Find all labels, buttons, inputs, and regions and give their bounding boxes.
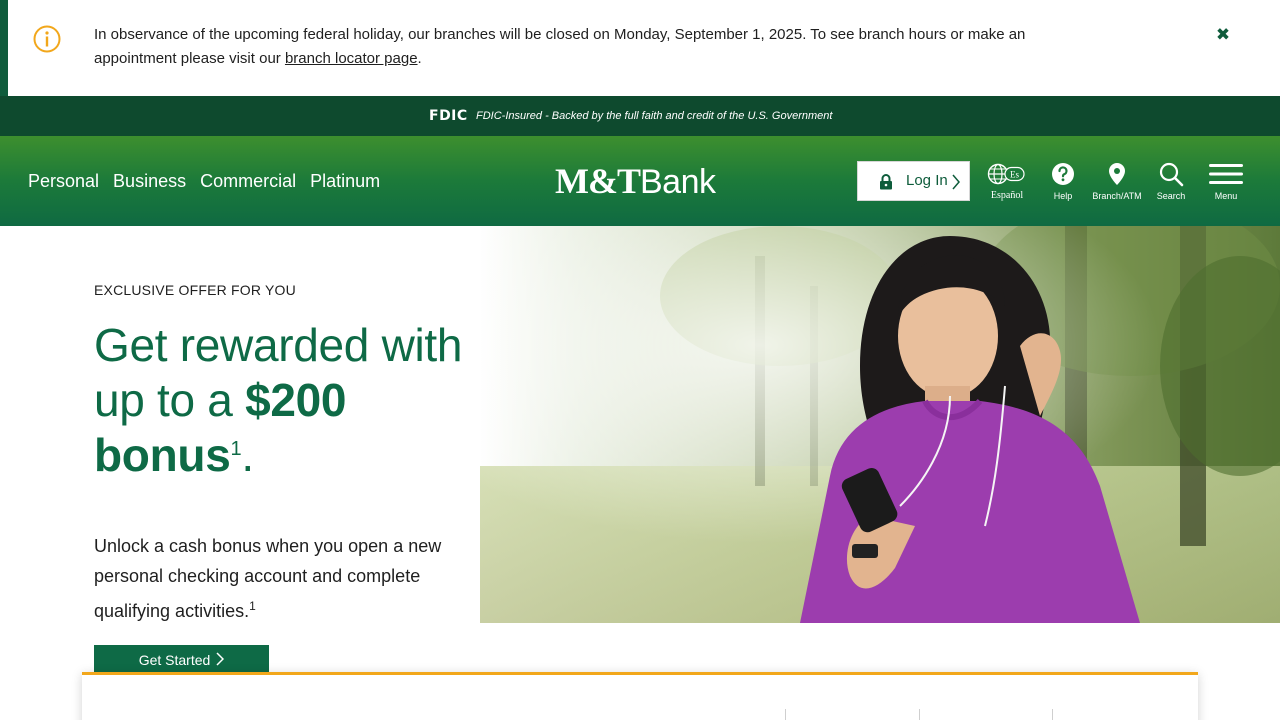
hero-headline: Get rewarded with up to a $200 bonus1.	[94, 318, 494, 483]
nav-platinum[interactable]: Platinum	[310, 169, 380, 193]
info-circle-icon	[32, 24, 62, 54]
nav-commercial[interactable]: Commercial	[200, 169, 296, 193]
menu-button[interactable]: Menu	[1198, 160, 1254, 202]
logo-mt: M&T	[555, 161, 641, 201]
search-label: Search	[1156, 191, 1186, 201]
site-header: Personal Business Commercial Platinum M&…	[0, 136, 1280, 226]
body-footnote[interactable]: 1	[249, 599, 256, 613]
headline-footnote[interactable]: 1	[230, 438, 241, 460]
branch-atm-label: Branch/ATM	[1092, 191, 1142, 201]
branch-atm-button[interactable]: Branch/ATM	[1089, 160, 1145, 202]
mt-bank-logo[interactable]: M&TBank	[555, 161, 716, 201]
hamburger-menu-icon	[1209, 160, 1243, 188]
search-icon	[1158, 160, 1184, 188]
headline-period: .	[241, 429, 254, 481]
headline-bonus: bonus	[94, 429, 231, 481]
alert-message-end: .	[417, 50, 422, 67]
alert-message-text: In observance of the upcoming federal ho…	[94, 26, 1026, 67]
fdic-logo: FDIC	[429, 108, 468, 124]
card-divider	[785, 709, 786, 720]
hero-body-text: Unlock a cash bonus when you open a new …	[94, 536, 442, 621]
hero-eyebrow: EXCLUSIVE OFFER FOR YOU	[94, 282, 296, 298]
get-started-button[interactable]: Get Started	[94, 645, 269, 675]
fdic-bar: FDIC FDIC-Insured - Backed by the full f…	[0, 96, 1280, 136]
help-icon	[1051, 160, 1075, 188]
card-divider	[1052, 709, 1053, 720]
nav-business[interactable]: Business	[113, 169, 186, 193]
espanol-toggle[interactable]: Es Español	[979, 160, 1035, 202]
hero-body: Unlock a cash bonus when you open a new …	[94, 531, 494, 626]
menu-label: Menu	[1214, 191, 1238, 201]
nav-personal[interactable]: Personal	[28, 169, 99, 193]
help-label: Help	[1053, 191, 1073, 201]
espanol-label: Español	[990, 190, 1024, 201]
help-button[interactable]: Help	[1035, 160, 1091, 202]
espanol-badge: Es	[1010, 170, 1019, 180]
chevron-right-icon	[216, 651, 225, 669]
alert-message: In observance of the upcoming federal ho…	[94, 23, 1074, 71]
get-started-label: Get Started	[138, 652, 211, 668]
login-label: Log In	[906, 172, 948, 189]
lock-icon	[879, 174, 893, 195]
close-icon[interactable]: ✖	[1210, 24, 1236, 46]
primary-nav: Personal Business Commercial Platinum	[28, 169, 380, 193]
chevron-right-icon	[952, 174, 960, 195]
search-button[interactable]: Search	[1143, 160, 1199, 202]
hero-image	[480, 226, 1280, 623]
card-divider	[919, 709, 920, 720]
fdic-statement: FDIC-Insured - Backed by the full faith …	[476, 110, 833, 122]
quick-links-card	[82, 672, 1198, 720]
location-pin-icon	[1107, 160, 1127, 188]
login-button[interactable]: Log In	[857, 161, 970, 201]
globe-icon: Es	[987, 160, 1027, 188]
headline-amount: $200	[245, 374, 347, 426]
branch-locator-link[interactable]: branch locator page	[285, 50, 418, 67]
holiday-alert-banner: In observance of the upcoming federal ho…	[0, 0, 1280, 96]
logo-bank: Bank	[639, 163, 716, 201]
